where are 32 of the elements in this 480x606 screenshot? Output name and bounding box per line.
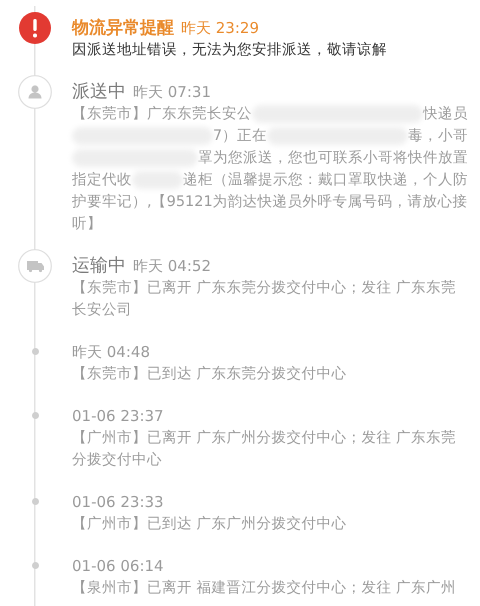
event-detail: 【东莞市】已到达 广东东莞分拨交付中心: [72, 364, 348, 384]
event-time: 01-06 23:37: [72, 406, 164, 427]
timeline-dot: [32, 348, 38, 355]
event-detail: 【广州市】已离开 广东广州分拨交付中心；发往 广东东莞分拨交付中心: [72, 428, 458, 470]
event-time: 昨天 23:29: [181, 18, 259, 39]
event-detail: 护要牢记）,【95121为韵达快递员外呼专属号码，请放心接: [72, 192, 468, 212]
event-time: 昨天 04:48: [72, 342, 150, 363]
truck-icon: [18, 249, 52, 283]
event-time: 01-06 06:14: [72, 556, 164, 577]
event-detail: 递柜（温馨提示您：戴口罩取快递，个人防: [183, 170, 468, 190]
status-title: 物流异常提醒: [72, 17, 174, 39]
event-detail: 毒，小哥: [408, 127, 468, 146]
event-detail: 【东莞市】已离开 广东东莞分拨交付中心；发往 广东东莞长安公司: [72, 278, 458, 320]
person-icon: [18, 75, 52, 109]
timeline-dot: [32, 498, 38, 505]
alert-icon: [19, 12, 51, 44]
status-title: 派送中: [72, 81, 126, 103]
status-title: 运输中: [72, 255, 126, 277]
event-detail: 【泉州市】已离开 福建晋江分拨交付中心；发往 广东广州: [72, 578, 458, 598]
timeline-dot: [32, 562, 38, 569]
event-detail: 因派送地址错误，无法为您安排派送，敬请谅解: [72, 40, 388, 60]
event-time: 01-06 23:33: [72, 492, 164, 513]
event-detail: 听】: [72, 215, 102, 234]
event-time: 昨天 04:52: [133, 256, 211, 277]
event-detail: 【广州市】已到达 广东广州分拨交付中心: [72, 514, 348, 534]
timeline-dot: [32, 412, 38, 419]
event-detail: 快递员: [423, 104, 468, 124]
event-time: 昨天 07:31: [133, 82, 211, 103]
event-detail: 罩为您派送，您也可联系小哥将快件放置: [198, 149, 468, 168]
event-detail: 指定代收: [72, 170, 132, 190]
event-detail: 7）正在: [212, 127, 268, 146]
event-detail: 【东莞市】广东东莞长安公: [72, 104, 252, 124]
